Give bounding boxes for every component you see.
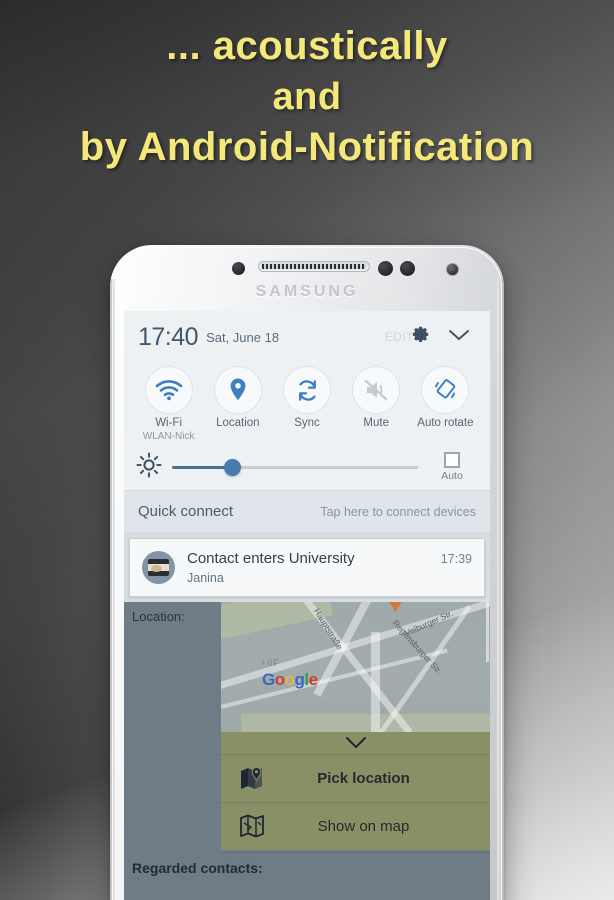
toggle-auto-rotate[interactable]: Auto rotate <box>411 367 480 442</box>
phone-device: SAMSUNG 17:40 Sat, June 18 EDIT Wi-Fi WL… <box>110 245 504 900</box>
expand-chevron-down-icon[interactable] <box>221 731 490 754</box>
map-marker-icon <box>389 601 402 612</box>
toggle-sublabel: WLAN-Nick <box>142 431 195 443</box>
status-date: Sat, June 18 <box>206 329 280 345</box>
sync-icon <box>284 367 330 413</box>
phone-screen: 17:40 Sat, June 18 EDIT Wi-Fi WLAN-Nick … <box>124 311 490 900</box>
earpiece-speaker-icon <box>258 261 370 272</box>
contact-photo-avatar <box>142 551 175 585</box>
button-label: Pick location <box>317 769 410 787</box>
notification-area: Contact enters University Janina 17:39 <box>124 532 490 602</box>
map-attribution-mark: +0F <box>261 657 280 668</box>
google-logo: Google <box>262 669 318 689</box>
auto-rotate-icon <box>422 367 469 413</box>
status-clock: 17:40 <box>138 322 199 351</box>
slider-fill <box>172 465 229 469</box>
map-greenspace <box>241 713 490 732</box>
location-pin-icon <box>214 367 261 413</box>
collapse-panel-chevron-down-icon[interactable] <box>446 326 472 349</box>
toggle-label: Sync <box>294 417 320 429</box>
show-on-map-button[interactable]: Show on map <box>221 801 490 850</box>
headline-line-1: ... acoustically <box>166 24 448 68</box>
map-preview[interactable]: Velburger Str. Regensburger Str. Hauptst… <box>221 601 490 732</box>
toggle-mute[interactable]: Mute <box>342 367 411 442</box>
auto-brightness-control[interactable]: Auto <box>426 452 478 482</box>
avatar-thumbnail <box>148 559 169 577</box>
brightness-sun-icon <box>136 452 162 483</box>
phone-top-bezel: SAMSUNG <box>110 245 504 319</box>
phone-edge-right <box>497 279 504 900</box>
quick-settings-panel: 17:40 Sat, June 18 EDIT Wi-Fi WLAN-Nick … <box>124 311 490 533</box>
scrollbar[interactable] <box>486 601 489 662</box>
headline-line-2: and <box>272 75 342 118</box>
wifi-icon <box>145 367 192 413</box>
notification-text: Contact enters University Janina <box>187 550 431 585</box>
notification-time: 17:39 <box>440 552 472 567</box>
action-button-column: Pick location Show on map <box>221 731 490 850</box>
toggle-label: Location <box>216 417 260 429</box>
brightness-row: Auto <box>124 444 490 490</box>
auto-brightness-label: Auto <box>441 470 463 483</box>
toggle-wifi[interactable]: Wi-Fi WLAN-Nick <box>134 367 203 442</box>
mute-speaker-icon <box>353 367 400 413</box>
app-background: Location: Velburger Str. Regensburger St… <box>124 601 490 900</box>
regarded-contacts-label: Regarded contacts: <box>132 859 263 876</box>
headline-line-3: by Android-Notification <box>79 125 535 170</box>
toggle-sync[interactable]: Sync <box>272 367 341 442</box>
brightness-slider[interactable] <box>172 457 418 477</box>
notification-card[interactable]: Contact enters University Janina 17:39 <box>129 538 485 597</box>
phone-brand-label: SAMSUNG <box>255 283 359 300</box>
toggle-label: Auto rotate <box>417 417 474 429</box>
gear-icon[interactable] <box>408 323 432 352</box>
button-label: Show on map <box>317 817 410 835</box>
quick-connect-hint: Tap here to connect devices <box>320 504 476 519</box>
quick-connect-row[interactable]: Quick connect Tap here to connect device… <box>124 490 490 533</box>
proximity-sensor-icon <box>232 262 245 275</box>
folded-map-icon <box>221 814 283 838</box>
location-label: Location: <box>132 608 185 624</box>
quick-toggle-row: Wi-Fi WLAN-Nick Location Sync Mute Auto … <box>124 363 490 444</box>
speaker-mesh <box>262 264 366 269</box>
toggle-label: Mute <box>363 417 389 429</box>
light-sensor-icon <box>378 261 393 276</box>
front-camera-icon <box>446 263 459 276</box>
auto-brightness-checkbox[interactable] <box>444 452 460 469</box>
slider-thumb[interactable] <box>223 458 241 476</box>
pick-location-button[interactable]: Pick location <box>221 753 490 802</box>
toggle-label: Wi-Fi <box>155 417 183 429</box>
notification-subtitle: Janina <box>187 570 224 585</box>
headline: ... acoustically and by Android-Notifica… <box>0 24 614 170</box>
status-bar: 17:40 Sat, June 18 EDIT <box>124 311 490 363</box>
notification-title: Contact enters University <box>187 550 355 568</box>
gesture-sensor-icon <box>400 261 415 276</box>
map-with-pin-icon <box>221 766 283 790</box>
quick-connect-title: Quick connect <box>138 503 234 521</box>
toggle-location[interactable]: Location <box>203 367 272 442</box>
phone-edge-left <box>110 279 115 900</box>
